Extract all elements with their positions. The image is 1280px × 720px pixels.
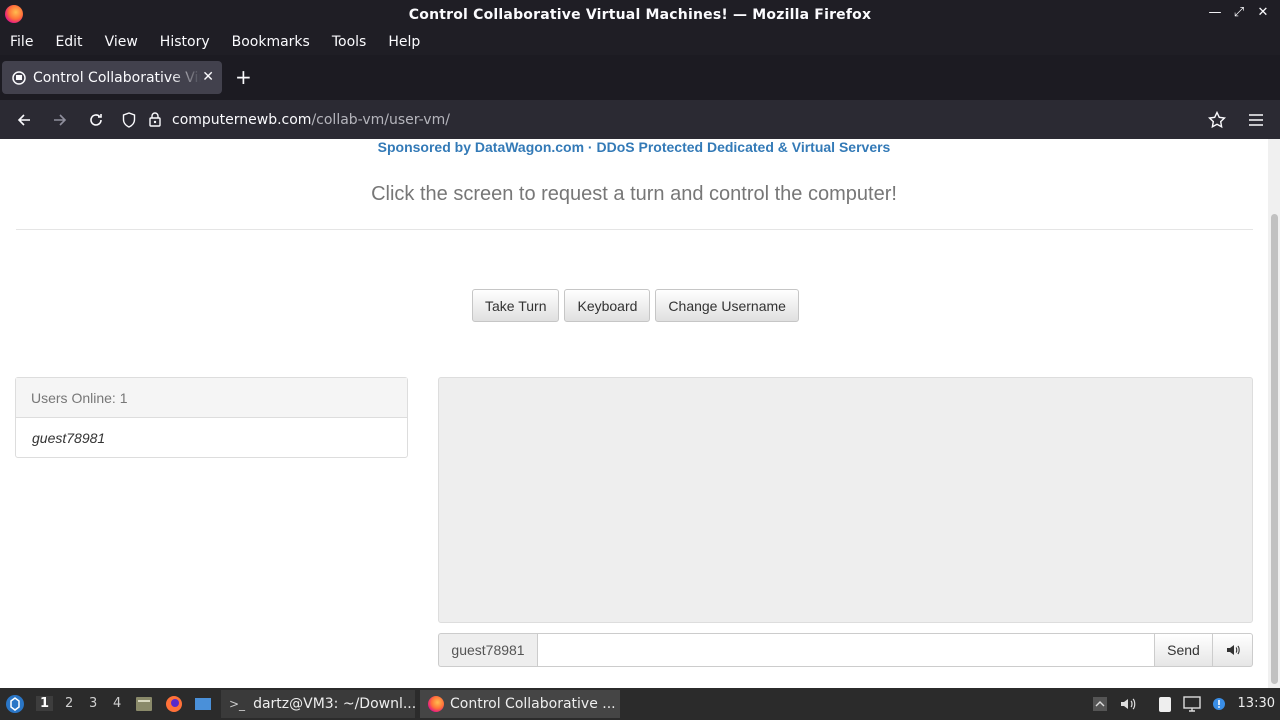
send-button[interactable]: Send (1155, 633, 1213, 667)
taskbar: 1 2 3 4 >_ dartz@VM3: ~/Downl... Control… (0, 688, 1280, 720)
users-online-heading: Users Online: 1 (16, 378, 407, 418)
sponsor-separator: · (584, 139, 597, 155)
divider (16, 229, 1253, 230)
terminal-icon: >_ (229, 697, 246, 711)
navigation-bar: computernewb.com/collab-vm/user-vm/ (0, 100, 1280, 139)
sponsor-link-datawagon[interactable]: Sponsored by DataWagon.com (378, 139, 584, 155)
firefox-launcher-icon[interactable] (164, 694, 184, 714)
tray-display-icon[interactable] (1182, 694, 1202, 714)
start-menu-icon[interactable] (4, 693, 26, 715)
tab-active[interactable]: Control Collaborative Virtual Machines! … (2, 61, 222, 94)
user-list-item: guest78981 (32, 430, 106, 446)
workspace-3[interactable]: 3 (89, 696, 97, 711)
taskbar-task-firefox[interactable]: Control Collaborative ... (420, 690, 620, 718)
menu-history[interactable]: History (160, 34, 210, 50)
menu-edit[interactable]: Edit (55, 34, 82, 50)
menu-tools[interactable]: Tools (332, 34, 367, 50)
computer-favicon-icon (12, 70, 26, 85)
taskbar-task-terminal[interactable]: >_ dartz@VM3: ~/Downl... (221, 690, 417, 718)
menu-view[interactable]: View (105, 34, 138, 50)
scrollbar-thumb[interactable] (1271, 214, 1278, 684)
taskbar-clock: 13:30 (1237, 696, 1275, 711)
workspace-2[interactable]: 2 (65, 696, 73, 711)
task-label-terminal: dartz@VM3: ~/Downl... (253, 696, 417, 712)
task-label-firefox: Control Collaborative ... (450, 696, 616, 712)
new-tab-plus-icon[interactable]: + (235, 67, 252, 87)
menu-bookmarks[interactable]: Bookmarks (232, 34, 310, 50)
workspace-4[interactable]: 4 (113, 696, 121, 711)
menu-file[interactable]: File (10, 34, 33, 50)
window-controls: — ⤢ ✕ (1208, 5, 1270, 20)
users-online-panel: Users Online: 1 guest78981 (15, 377, 408, 458)
sponsor-line: Sponsored by DataWagon.com · DDoS Protec… (0, 139, 1268, 155)
tray-clipboard-icon[interactable] (1155, 694, 1175, 714)
url-bar[interactable]: computernewb.com/collab-vm/user-vm/ (118, 104, 1238, 135)
menu-bar: File Edit View History Bookmarks Tools H… (0, 29, 1280, 55)
take-turn-button[interactable]: Take Turn (472, 289, 560, 322)
vm-control-buttons: Take Turn Keyboard Change Username (472, 289, 799, 322)
chat-bar: guest78981 Send (438, 633, 1253, 667)
workspace-1[interactable]: 1 (36, 696, 54, 711)
keyboard-button[interactable]: Keyboard (564, 289, 651, 322)
firefox-task-icon (428, 696, 444, 712)
reload-icon[interactable] (85, 109, 107, 131)
shield-icon[interactable] (118, 111, 140, 128)
volume-icon[interactable] (1213, 633, 1253, 667)
maximize-icon[interactable]: ⤢ (1232, 5, 1246, 20)
change-username-button[interactable]: Change Username (655, 289, 799, 322)
tab-close-icon[interactable]: ✕ (202, 69, 214, 85)
file-manager-icon[interactable] (134, 694, 154, 714)
minimize-icon[interactable]: — (1208, 5, 1222, 20)
page-scrollbar[interactable] (1268, 139, 1280, 688)
back-arrow-icon[interactable] (13, 109, 35, 131)
chat-username-label: guest78981 (438, 633, 537, 667)
sponsor-link-servers[interactable]: DDoS Protected Dedicated & Virtual Serve… (597, 139, 891, 155)
vm-display-screen[interactable] (438, 377, 1253, 623)
window-title: Control Collaborative Virtual Machines! … (408, 6, 872, 23)
tab-label: Control Collaborative Virtual Machines! (33, 69, 201, 86)
window-titlebar: Control Collaborative Virtual Machines! … (0, 0, 1280, 29)
url-host: computernewb.com (172, 111, 312, 128)
desktop-icon[interactable] (193, 694, 213, 714)
tray-up-arrow-icon[interactable] (1090, 694, 1110, 714)
menu-help[interactable]: Help (388, 34, 420, 50)
firefox-icon (5, 5, 23, 23)
hamburger-menu-icon[interactable] (1245, 109, 1267, 131)
tray-volume-icon[interactable] (1118, 694, 1138, 714)
page-content: Sponsored by DataWagon.com · DDoS Protec… (0, 139, 1280, 688)
bookmark-star-icon[interactable] (1206, 109, 1228, 131)
forward-arrow-icon[interactable] (49, 109, 71, 131)
tray-notification-icon[interactable] (1209, 694, 1229, 714)
lock-icon[interactable] (146, 112, 164, 127)
close-icon[interactable]: ✕ (1256, 5, 1270, 20)
tab-strip: Control Collaborative Virtual Machines! … (0, 55, 1280, 100)
page-headline: Click the screen to request a turn and c… (371, 183, 897, 205)
chat-input[interactable] (537, 633, 1155, 667)
url-path: /collab-vm/user-vm/ (311, 111, 450, 128)
